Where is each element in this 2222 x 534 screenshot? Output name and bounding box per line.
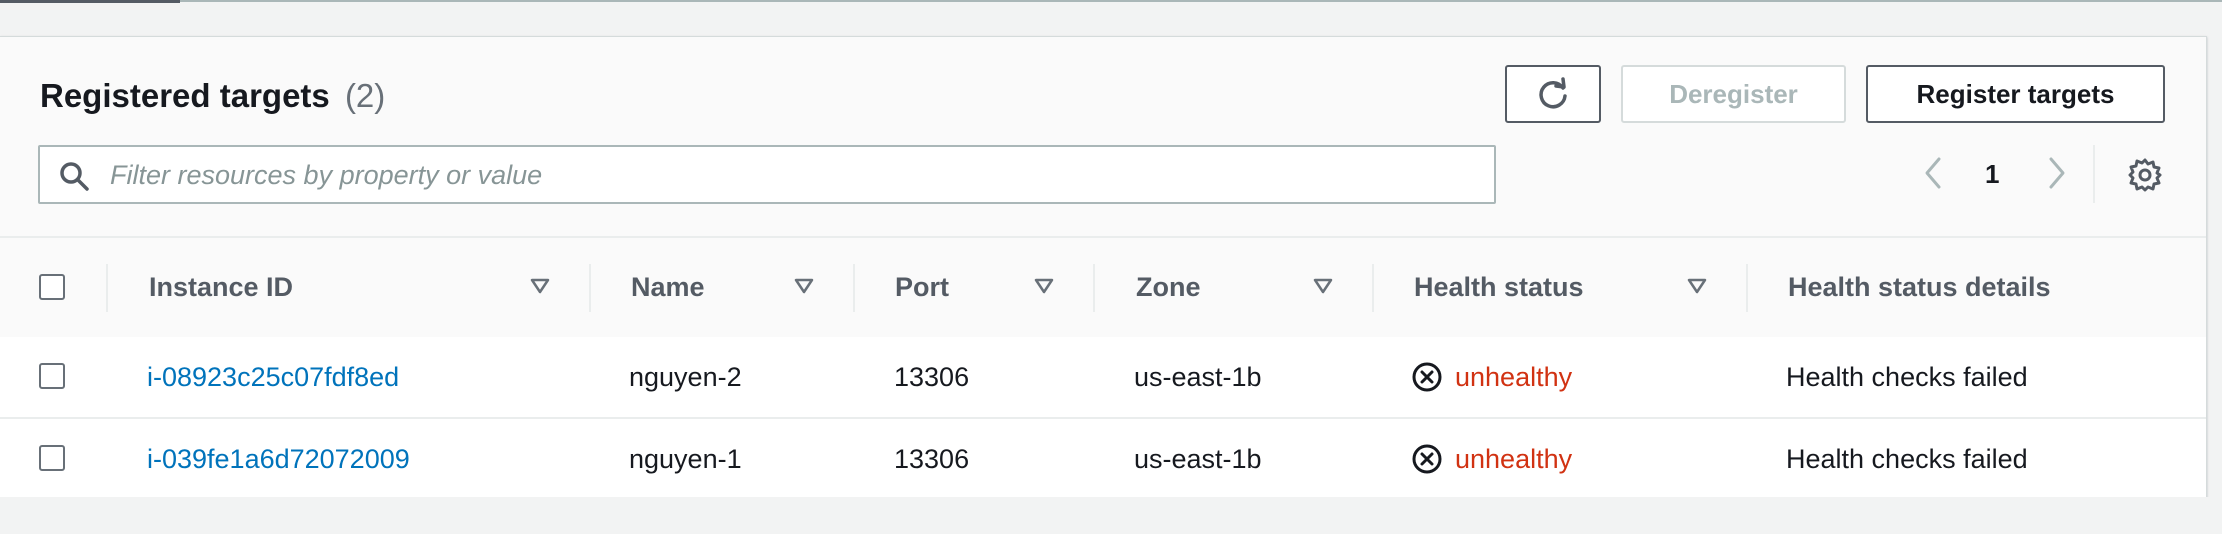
column-divider xyxy=(106,264,108,312)
panel-title-text: Registered targets xyxy=(40,77,330,114)
instance-zone: us-east-1b xyxy=(1134,443,1262,474)
select-all-checkbox[interactable] xyxy=(39,274,65,300)
health-status-text: unhealthy xyxy=(1455,361,1573,392)
active-tab-indicator xyxy=(0,0,180,3)
top-border xyxy=(0,0,2222,2)
previous-page-icon[interactable] xyxy=(1918,155,1950,191)
page-background xyxy=(0,497,2222,534)
search-icon xyxy=(60,162,89,191)
target-count: (2) xyxy=(344,77,386,114)
filter-placeholder: Filter resources by property or value xyxy=(110,160,543,190)
instance-port: 13306 xyxy=(894,443,970,474)
filter-input[interactable]: Filter resources by property or value xyxy=(38,145,1496,204)
table-row[interactable]: i-039fe1a6d72072009 nguyen-1 13306 us-ea… xyxy=(0,419,2206,501)
health-status: unhealthy xyxy=(1411,337,1572,417)
sort-icon[interactable] xyxy=(794,278,814,294)
instance-port: 13306 xyxy=(894,361,970,392)
column-divider xyxy=(853,264,855,312)
current-page-number[interactable]: 1 xyxy=(1985,159,1999,190)
next-page-icon[interactable] xyxy=(2040,155,2072,191)
table-header: Instance ID Name Port Zone Health status… xyxy=(0,236,2206,339)
row-checkbox[interactable] xyxy=(39,445,65,471)
unhealthy-x-icon xyxy=(1412,444,1442,474)
deregister-button[interactable]: Deregister xyxy=(1621,65,1846,123)
column-header-instance-id[interactable]: Instance ID xyxy=(149,238,293,337)
health-status-details: Health checks failed xyxy=(1786,361,2028,392)
column-divider xyxy=(589,264,591,312)
column-header-health-status-details[interactable]: Health status details xyxy=(1788,238,2051,337)
health-status: unhealthy xyxy=(1411,419,1572,499)
instance-name: nguyen-2 xyxy=(629,361,742,392)
unhealthy-x-icon xyxy=(1412,362,1442,392)
column-divider xyxy=(1093,264,1095,312)
instance-id-link[interactable]: i-039fe1a6d72072009 xyxy=(147,419,410,499)
sort-icon[interactable] xyxy=(1034,278,1054,294)
column-header-zone[interactable]: Zone xyxy=(1136,238,1201,337)
column-header-health-status[interactable]: Health status xyxy=(1414,238,1584,337)
row-checkbox[interactable] xyxy=(39,363,65,389)
health-status-text: unhealthy xyxy=(1455,443,1573,474)
panel-title: Registered targets (2) xyxy=(40,77,385,115)
column-header-port[interactable]: Port xyxy=(895,238,949,337)
column-divider xyxy=(1372,264,1374,312)
table-row[interactable]: i-08923c25c07fdf8ed nguyen-2 13306 us-ea… xyxy=(0,337,2206,419)
column-divider xyxy=(1746,264,1748,312)
sort-icon[interactable] xyxy=(530,278,550,294)
column-header-name[interactable]: Name xyxy=(631,238,705,337)
instance-zone: us-east-1b xyxy=(1134,361,1262,392)
health-status-details: Health checks failed xyxy=(1786,443,2028,474)
sort-icon[interactable] xyxy=(1313,278,1333,294)
refresh-icon xyxy=(1539,77,1567,109)
registered-targets-panel: Registered targets (2) Deregister Regist… xyxy=(0,36,2207,501)
instance-name: nguyen-1 xyxy=(629,443,742,474)
register-targets-button[interactable]: Register targets xyxy=(1866,65,2165,123)
pagination-divider xyxy=(2093,145,2095,203)
refresh-button[interactable] xyxy=(1505,65,1601,123)
gear-icon[interactable] xyxy=(2127,157,2163,193)
sort-icon[interactable] xyxy=(1687,278,1707,294)
instance-id-link[interactable]: i-08923c25c07fdf8ed xyxy=(147,337,399,417)
